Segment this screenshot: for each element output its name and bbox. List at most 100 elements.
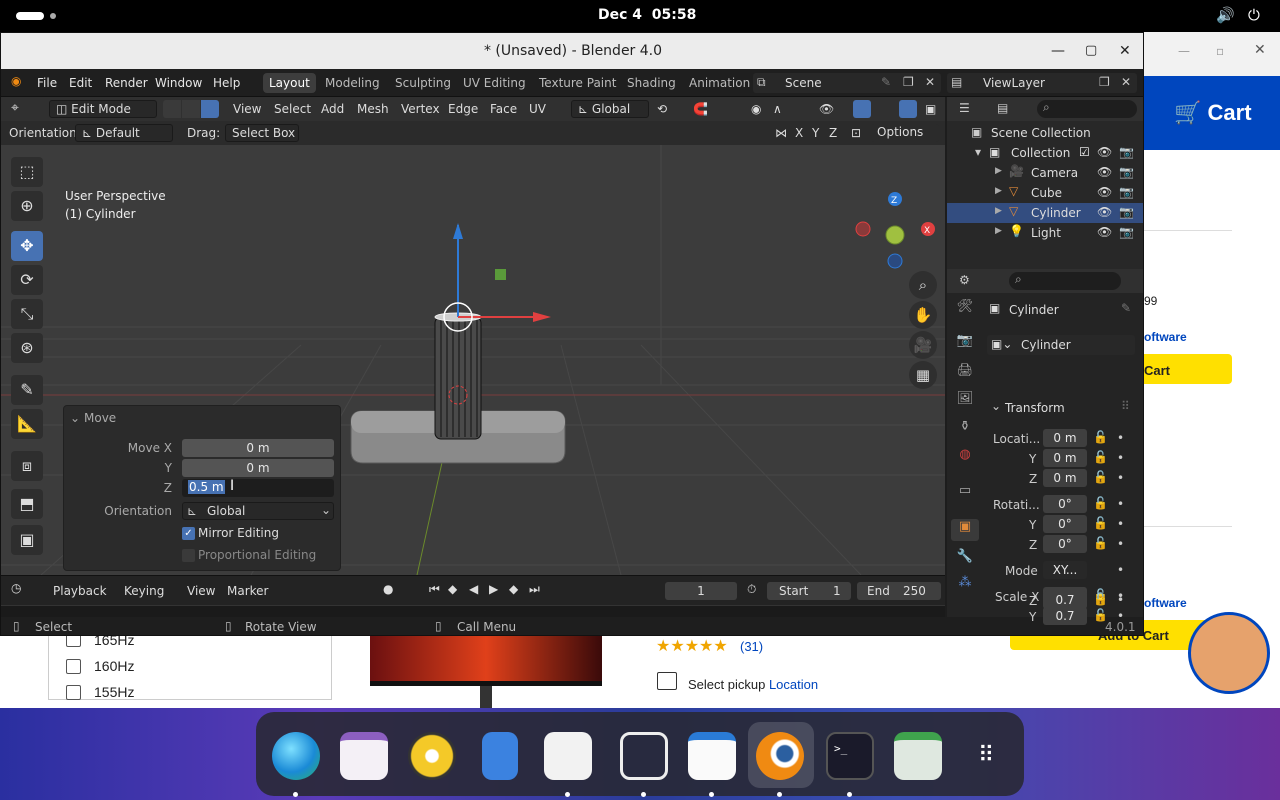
expand-icon[interactable]: ▶ (995, 186, 1002, 196)
record-icon[interactable]: ● (383, 582, 393, 596)
tab-texture-paint[interactable]: Texture Paint (533, 73, 622, 93)
edge-select-icon[interactable] (182, 100, 200, 118)
menu-vertex[interactable]: Vertex (401, 102, 440, 116)
outliner-item-cylinder[interactable]: ▶ ▽ Cylinder 👁 📷 (947, 203, 1143, 223)
filter-checkbox-155[interactable] (66, 685, 81, 700)
menu-edit[interactable]: Edit (69, 76, 92, 90)
tab-sculpting[interactable]: Sculpting (389, 73, 457, 93)
rotate-tool-icon[interactable]: ⟳ (11, 265, 43, 295)
render-camera-icon[interactable]: 📷 (1119, 145, 1134, 159)
star-rating[interactable]: ★★★★★ (656, 636, 728, 656)
current-frame-field[interactable]: 1 (665, 582, 737, 600)
chat-assistant-avatar[interactable] (1188, 612, 1270, 694)
render-camera-icon[interactable]: 📷 (1119, 225, 1134, 239)
outliner-scene-collection[interactable]: ▣ Scene Collection (947, 123, 1143, 143)
marker-menu[interactable]: Marker (227, 584, 268, 598)
collection-tab-icon[interactable]: ▭ (951, 483, 979, 505)
menu-add[interactable]: Add (321, 102, 344, 116)
add-cube-tool-icon[interactable]: ⧈ (11, 451, 43, 481)
prev-key-icon[interactable]: ◆ (448, 582, 457, 596)
include-checkbox[interactable]: ☑ (1079, 145, 1090, 159)
minimize-icon[interactable]: — (1178, 44, 1190, 58)
pan-hand-icon[interactable]: ✋ (909, 301, 937, 329)
menu-face[interactable]: Face (490, 102, 517, 116)
text-editor-icon[interactable] (688, 732, 736, 780)
vertex-select-icon[interactable] (163, 100, 181, 118)
cart-link[interactable]: 🛒 Cart (1174, 100, 1252, 126)
measure-tool-icon[interactable]: 📐 (11, 409, 43, 439)
eye-icon[interactable]: 👁 (1097, 185, 1112, 199)
lock-icon[interactable]: 🔓 (1093, 496, 1108, 510)
gizmo-x-arrow-head[interactable] (533, 312, 551, 322)
pickup-location-link[interactable]: Location (769, 677, 818, 692)
browser-icon[interactable] (272, 732, 320, 780)
play-icon[interactable]: ▶ (489, 582, 498, 596)
transform-panel-header[interactable]: ⌄ Transform ⠿ (983, 397, 1139, 419)
review-count[interactable]: (31) (740, 639, 763, 654)
blender-icon[interactable] (756, 732, 804, 780)
visibility-icon[interactable]: 👁 (819, 102, 834, 116)
menu-window[interactable]: Window (155, 76, 202, 90)
lock-icon[interactable]: 🔓 (1093, 450, 1108, 464)
gizmo-toggle-icon[interactable] (853, 100, 871, 118)
menu-view[interactable]: View (233, 102, 261, 116)
display-mode-icon[interactable]: ▤ (997, 101, 1008, 115)
transform-orientation-selector[interactable]: ⊾ Global (571, 100, 649, 118)
xray-icon[interactable]: ▣ (925, 102, 936, 116)
close-icon[interactable]: ✕ (1119, 33, 1131, 69)
mode-selector[interactable]: ◫ Edit Mode (49, 100, 157, 118)
rotation-y-field[interactable]: 0° (1043, 515, 1087, 533)
view-layer-tab-icon[interactable]: 🖼 (951, 391, 979, 413)
tab-animation[interactable]: Animation (683, 73, 756, 93)
lock-icon[interactable]: 🔓 (1093, 470, 1108, 484)
annotate-tool-icon[interactable]: ✎ (11, 375, 43, 405)
modifier-tab-icon[interactable]: 🔧 (951, 549, 979, 571)
jump-start-icon[interactable]: ⏮ (429, 582, 440, 597)
blender-logo-icon[interactable]: ◉ (11, 74, 21, 88)
start-frame-field[interactable]: Start 1 (767, 582, 851, 600)
render-tab-icon[interactable]: 📷 (951, 333, 979, 355)
extrude-tool-icon[interactable]: ⬒ (11, 489, 43, 519)
select-box-tool-icon[interactable]: ⬚ (11, 157, 43, 187)
rotation-mode-dropdown[interactable]: XY... (1043, 561, 1087, 579)
editor-type-icon[interactable]: ⌖ (11, 100, 19, 116)
transform-tool-icon[interactable]: ⊛ (11, 333, 43, 363)
eye-icon[interactable]: 👁 (1097, 205, 1112, 219)
notes-icon[interactable] (482, 732, 518, 780)
keyframe-dot[interactable]: • (1117, 537, 1124, 551)
music-player-icon[interactable] (408, 732, 456, 780)
particles-tab-icon[interactable]: ⁂ (951, 575, 979, 597)
window-titlebar[interactable]: * (Unsaved) - Blender 4.0 — ▢ ✕ (1, 33, 1143, 69)
overlay-toggle-icon[interactable] (899, 100, 917, 118)
expand-icon[interactable]: ▶ (995, 206, 1002, 216)
keyframe-dot[interactable]: • (1117, 593, 1124, 607)
lock-icon[interactable]: 🔓 (1093, 592, 1108, 606)
keying-menu[interactable]: Keying (124, 584, 164, 598)
outliner-item-cube[interactable]: ▶ ▽ Cube 👁 📷 (947, 183, 1143, 203)
move-y-field[interactable]: 0 m (182, 459, 334, 477)
keyframe-dot[interactable]: • (1117, 451, 1124, 465)
clock-icon[interactable]: ⏱ (747, 582, 756, 597)
menu-help[interactable]: Help (213, 76, 240, 90)
drag-selector[interactable]: Select Box (225, 124, 299, 142)
timeline-view-menu[interactable]: View (187, 584, 215, 598)
software-link-2[interactable]: oftware (1144, 596, 1187, 610)
terminal-icon[interactable]: >_ (826, 732, 874, 780)
outliner-collection[interactable]: ▾ ▣ Collection ☑ 👁 📷 (947, 143, 1143, 163)
tab-layout[interactable]: Layout (263, 73, 316, 93)
panel-collapse-icon[interactable]: ⌄ (70, 411, 80, 425)
power-icon[interactable]: ⏻ (1248, 6, 1260, 24)
properties-search-input[interactable]: ⌕ (1009, 272, 1121, 290)
mirror-y-toggle[interactable]: Y (812, 126, 819, 140)
view-layer-selector[interactable]: ▤ ViewLayer ❐ ✕ (947, 73, 1137, 93)
trash-icon[interactable] (894, 732, 942, 780)
object-name-field[interactable]: ▣⌄ Cylinder (987, 335, 1135, 355)
cursor-tool-icon[interactable]: ⊕ (11, 191, 43, 221)
mirror-x-toggle[interactable]: X (795, 126, 803, 140)
move-z-field[interactable]: 0.5 m I (182, 478, 334, 497)
gizmo-z-arrow-head[interactable] (453, 223, 463, 239)
tab-modeling[interactable]: Modeling (319, 73, 386, 93)
software-link-1[interactable]: oftware (1144, 330, 1187, 344)
expand-icon[interactable]: ▾ (975, 145, 981, 159)
keyframe-dot[interactable]: • (1117, 431, 1124, 445)
